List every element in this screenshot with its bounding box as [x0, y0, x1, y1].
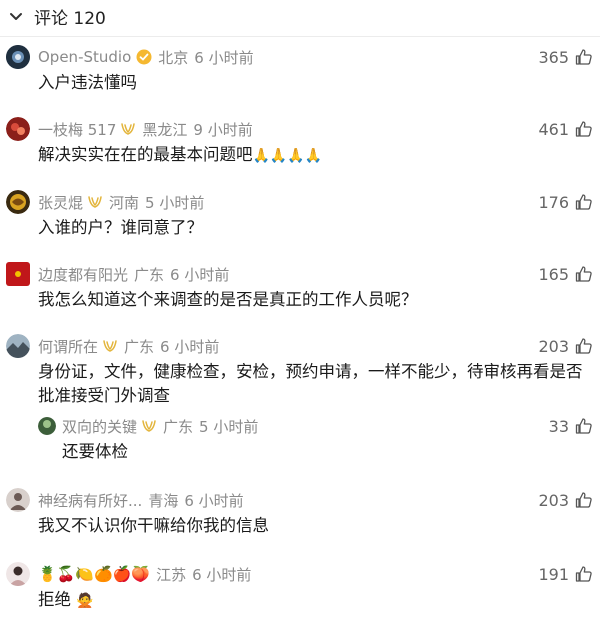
username[interactable]: Open-Studio: [38, 48, 131, 66]
comment-meta: 何谓所在 广东 6 小时前: [38, 332, 600, 360]
like-button[interactable]: 461: [538, 115, 594, 143]
like-count: 191: [538, 564, 569, 584]
like-count: 165: [538, 264, 569, 284]
comment-meta: Open-Studio 北京 6 小时前: [38, 43, 600, 71]
comment-text: 我又不认识你干嘛给你我的信息: [38, 516, 269, 535]
thumbs-up-icon: [575, 194, 592, 210]
like-button[interactable]: 176: [538, 188, 594, 216]
fan-badge-icon: [88, 196, 102, 208]
like-count: 461: [538, 119, 569, 139]
comment-text: 拒绝 🙅: [38, 588, 600, 613]
location: 广东: [124, 337, 155, 356]
like-button[interactable]: 165: [538, 260, 594, 288]
avatar[interactable]: [6, 117, 30, 141]
comment-item[interactable]: 边度都有阳光 广东 6 小时前 165 我怎么知道这个来调查的是否是真正的工作人…: [0, 260, 600, 312]
fan-badge-icon: [142, 420, 156, 432]
location: 广东: [134, 265, 165, 284]
like-button[interactable]: 365: [538, 43, 594, 71]
comment-text: 入谁的户？谁同意了？: [38, 218, 203, 237]
chevron-down-icon[interactable]: [8, 8, 24, 24]
comment-text: 我怎么知道这个来调查的是否是真正的工作人员呢？: [38, 290, 418, 309]
comment-item[interactable]: 何谓所在 广东 6 小时前 203 身份证，文件，健康检查，安检，预约申请，一样…: [0, 332, 600, 408]
thumbs-up-icon: [575, 338, 592, 354]
location: 黑龙江: [142, 120, 188, 139]
thumbs-up-icon: [575, 121, 592, 137]
location: 广东: [163, 417, 194, 436]
avatar[interactable]: [6, 488, 30, 512]
thumbs-up-icon: [575, 492, 592, 508]
avatar[interactable]: [6, 190, 30, 214]
like-count: 203: [538, 490, 569, 510]
comment-meta: 神经病有所好... 青海 6 小时前: [38, 486, 600, 514]
like-count: 365: [538, 47, 569, 67]
fan-badge-icon: [103, 340, 117, 352]
like-button[interactable]: 33: [549, 412, 594, 440]
thumbs-up-icon: [575, 418, 592, 434]
avatar[interactable]: [38, 417, 56, 435]
timestamp: 5 小时前: [199, 417, 259, 436]
avatar[interactable]: [6, 45, 30, 69]
comment-item[interactable]: 神经病有所好... 青海 6 小时前 203 我又不认识你干嘛给你我的信息: [0, 486, 600, 538]
timestamp: 6 小时前: [184, 491, 244, 510]
comment-text-body: 拒绝: [38, 590, 71, 609]
like-count: 176: [538, 192, 569, 212]
reply-item[interactable]: 双向的关键 广东 5 小时前 33 还要体检: [0, 412, 600, 464]
comments-title: 评论 120: [34, 8, 106, 29]
comment-text: 入户违法懂吗: [38, 73, 137, 92]
thumbs-up-icon: [575, 566, 592, 582]
comment-item[interactable]: 🍍🍒🍋🍊🍎🍑 江苏 6 小时前 191 拒绝 🙅: [0, 560, 600, 613]
like-button[interactable]: 203: [538, 486, 594, 514]
comment-item[interactable]: 张灵焜 河南 5 小时前 176 入谁的户？谁同意了？: [0, 188, 600, 240]
username[interactable]: 双向的关键: [62, 416, 137, 437]
comment-text: 身份证，文件，健康检查，安检，预约申请，一样不能少，待审核再看是否批准接受门外调…: [38, 362, 583, 405]
timestamp: 9 小时前: [193, 120, 253, 139]
like-count: 203: [538, 336, 569, 356]
comment-item[interactable]: Open-Studio 北京 6 小时前 365 入户违法懂吗: [0, 43, 600, 95]
location: 江苏: [156, 565, 187, 584]
like-button[interactable]: 203: [538, 332, 594, 360]
like-count: 33: [548, 416, 569, 436]
timestamp: 6 小时前: [192, 565, 252, 584]
timestamp: 6 小时前: [194, 48, 254, 67]
location: 北京: [158, 48, 189, 67]
fan-badge-icon: [121, 123, 136, 135]
timestamp: 6 小时前: [160, 337, 220, 356]
thumbs-up-icon: [575, 266, 592, 282]
like-button[interactable]: 191: [538, 560, 594, 588]
comment-meta: 边度都有阳光 广东 6 小时前: [38, 260, 600, 288]
comment-meta: 张灵焜 河南 5 小时前: [38, 188, 600, 216]
username[interactable]: 🍍🍒🍋🍊🍎🍑: [38, 565, 150, 583]
username[interactable]: 一枝梅 517: [38, 119, 116, 140]
timestamp: 6 小时前: [170, 265, 230, 284]
username[interactable]: 何谓所在: [38, 336, 98, 357]
timestamp: 5 小时前: [145, 193, 205, 212]
location: 青海: [148, 491, 179, 510]
username[interactable]: 神经病有所好...: [38, 490, 142, 511]
comment-text-body: 解决实实在在的最基本问题吧: [38, 145, 253, 164]
pray-emoji: 🙏🙏🙏🙏: [252, 148, 323, 164]
avatar[interactable]: [6, 562, 30, 586]
comment-meta: 🍍🍒🍋🍊🍎🍑 江苏 6 小时前: [38, 560, 600, 588]
header-divider: [0, 36, 600, 37]
verified-icon: [136, 49, 152, 65]
location: 河南: [109, 193, 140, 212]
reply-text: 还要体检: [62, 442, 128, 461]
comment-meta: 一枝梅 517 黑龙江 9 小时前: [38, 115, 600, 143]
thumbs-up-icon: [575, 49, 592, 65]
avatar[interactable]: [6, 262, 30, 286]
gesture-emoji: 🙅: [76, 593, 94, 609]
username[interactable]: 边度都有阳光: [38, 264, 128, 285]
comments-header[interactable]: 评论 120: [0, 0, 600, 32]
comment-text: 解决实实在在的最基本问题吧🙏🙏🙏🙏: [38, 143, 600, 168]
username[interactable]: 张灵焜: [38, 192, 83, 213]
comment-item[interactable]: 一枝梅 517 黑龙江 9 小时前 461 解决实实在在的最基本问题吧🙏🙏🙏🙏: [0, 115, 600, 168]
reply-meta: 双向的关键 广东 5 小时前: [62, 412, 600, 440]
avatar[interactable]: [6, 334, 30, 358]
